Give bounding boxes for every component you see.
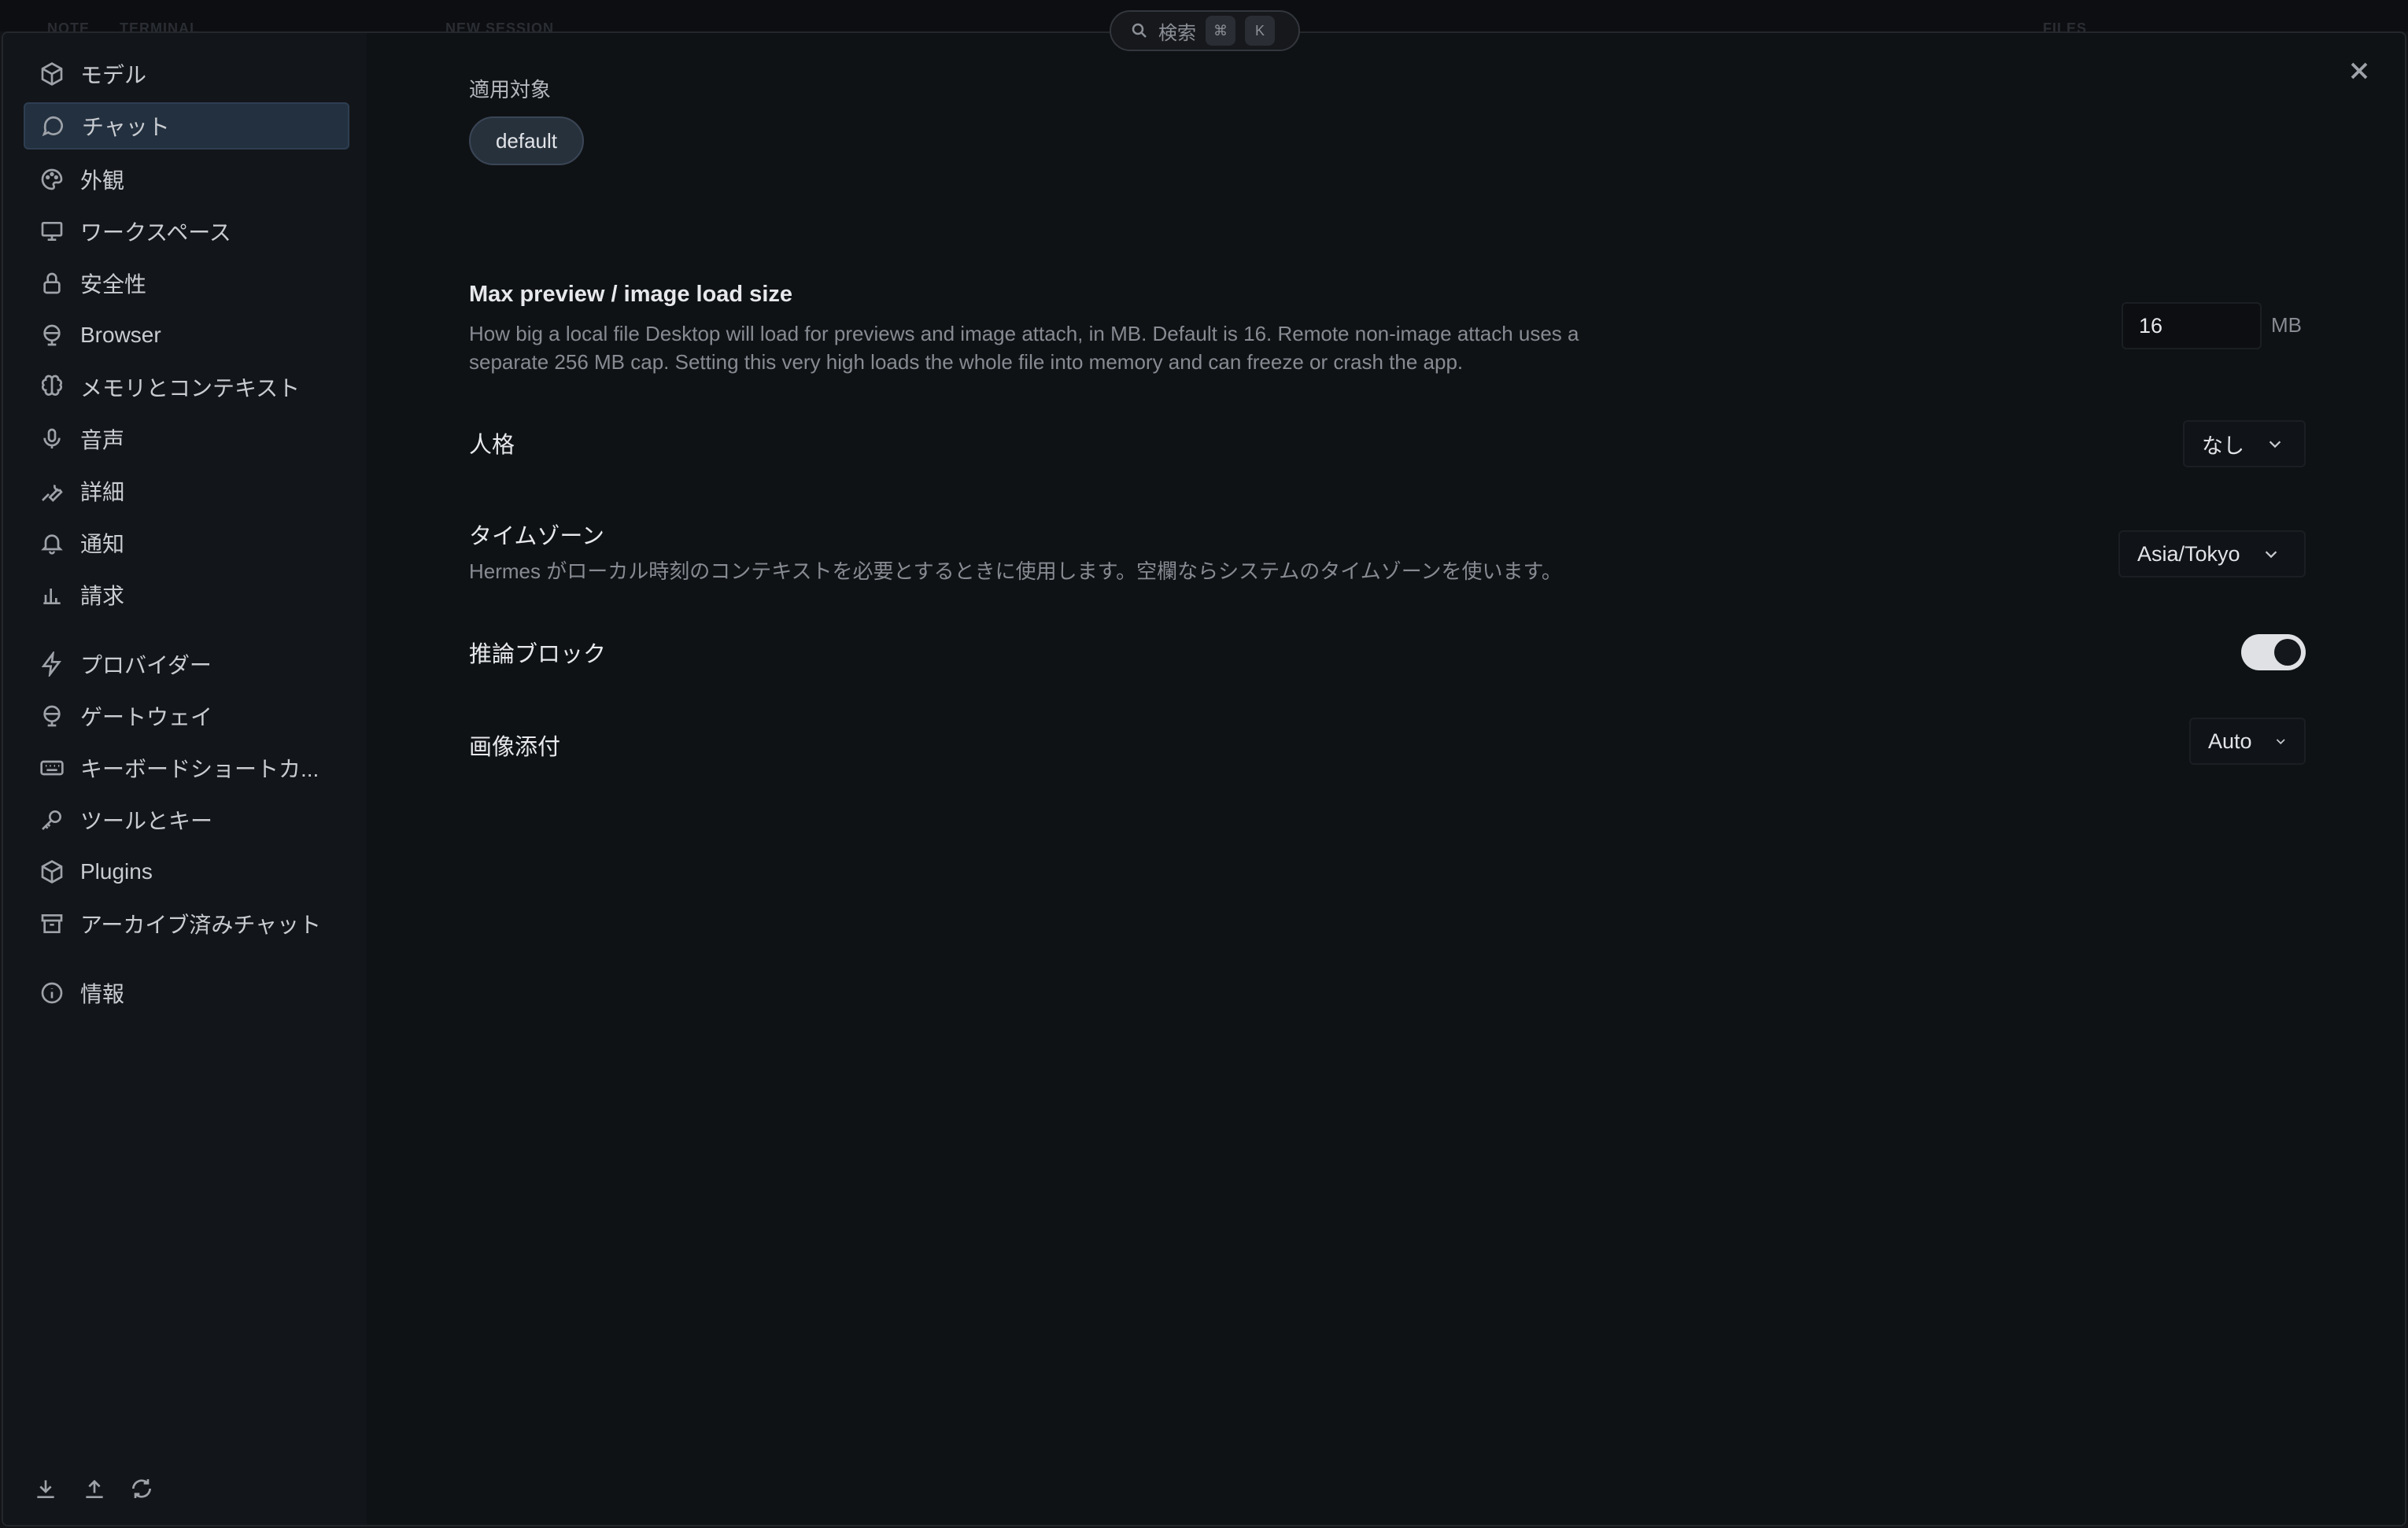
sidebar-item-label: プロバイダー	[80, 653, 212, 677]
personality-title: 人格	[469, 433, 515, 458]
scope-label: 適用対象	[469, 78, 552, 101]
sidebar-item-label: 情報	[80, 982, 125, 1006]
scope-chip-default[interactable]: default	[469, 116, 584, 165]
bar-chart-icon	[39, 582, 65, 607]
sidebar-item-label: キーボードショートカ...	[80, 757, 319, 781]
microphone-icon	[39, 426, 65, 452]
toggle-knob	[2274, 639, 2301, 666]
brain-icon	[39, 375, 65, 400]
info-icon	[39, 980, 65, 1006]
sidebar-item-label: 通知	[80, 532, 125, 556]
search-icon	[1132, 23, 1147, 38]
wrench-icon	[39, 478, 65, 504]
max-preview-title: Max preview / image load size	[469, 282, 792, 307]
sidebar-item-security[interactable]: 安全性	[24, 260, 349, 307]
reasoning-block-title: 推論ブロック	[469, 642, 607, 667]
chevron-down-icon	[2276, 739, 2285, 744]
download-icon[interactable]	[33, 1476, 58, 1501]
sidebar-item-label: 音声	[80, 428, 125, 452]
reasoning-block-toggle[interactable]	[2241, 634, 2306, 670]
archive-icon	[39, 911, 65, 936]
sidebar-item-chat[interactable]: チャット	[24, 102, 349, 149]
cube-icon	[39, 61, 65, 87]
globe-icon	[39, 703, 65, 729]
sidebar-item-label: 詳細	[80, 480, 125, 504]
sidebar-item-label: 請求	[80, 584, 125, 608]
sidebar-item-browser[interactable]: Browser	[24, 312, 349, 359]
sidebar-item-plugins[interactable]: Plugins	[24, 848, 349, 895]
sidebar-item-archived-chats[interactable]: アーカイブ済みチャット	[24, 900, 349, 947]
image-attach-select[interactable]: Auto	[2189, 718, 2306, 765]
shortcut-key-cmd: ⌘	[1206, 16, 1235, 46]
sidebar-item-label: ワークスペース	[80, 220, 231, 245]
sidebar-item-memory[interactable]: メモリとコンテキスト	[24, 364, 349, 411]
keyboard-icon	[39, 755, 65, 781]
sidebar-item-providers[interactable]: プロバイダー	[24, 640, 349, 688]
chat-bubble-icon	[41, 113, 66, 138]
image-attach-value: Auto	[2208, 729, 2252, 753]
sidebar-item-label: 外観	[80, 168, 125, 193]
max-preview-desc-line2: separate 256 MB cap. Setting this very h…	[469, 350, 1464, 374]
palette-icon	[39, 167, 65, 192]
key-icon	[39, 807, 65, 832]
timezone-value: Asia/Tokyo	[2137, 541, 2240, 566]
timezone-title: タイムゾーン	[469, 524, 604, 549]
sidebar-item-billing[interactable]: 請求	[24, 571, 349, 618]
upload-icon[interactable]	[82, 1476, 107, 1501]
lightning-icon	[39, 649, 65, 679]
sidebar-item-appearance[interactable]: 外観	[24, 156, 349, 203]
personality-select[interactable]: なし	[2183, 420, 2306, 467]
personality-value: なし	[2202, 434, 2244, 458]
shortcut-key-k: K	[1245, 16, 1275, 46]
sidebar-item-label: アーカイブ済みチャット	[80, 913, 322, 937]
settings-modal: モデル チャット 外観 ワークスペース 安全性 Browser メモリとコンテキ…	[2, 31, 2406, 1526]
sidebar-item-workspace[interactable]: ワークスペース	[24, 208, 349, 255]
settings-content: 適用対象 default Max preview / image load si…	[367, 33, 2405, 1525]
bell-icon	[39, 530, 65, 555]
max-preview-size-input[interactable]: 16	[2122, 302, 2262, 349]
lock-icon	[39, 271, 65, 296]
max-preview-desc-line1: How big a local file Desktop will load f…	[469, 322, 1579, 345]
timezone-desc: Hermes がローカル時刻のコンテキストを必要とするときに使用します。空欄なら…	[469, 559, 1562, 583]
sidebar-item-label: 安全性	[80, 272, 147, 297]
sidebar-item-label: チャット	[82, 115, 170, 139]
timezone-select[interactable]: Asia/Tokyo	[2118, 530, 2306, 578]
sidebar-item-gateway[interactable]: ゲートウェイ	[24, 692, 349, 740]
sidebar-item-label: ツールとキー	[80, 809, 213, 833]
chevron-down-icon	[2269, 441, 2281, 448]
sidebar-item-keyboard-shortcuts[interactable]: キーボードショートカ...	[24, 744, 349, 792]
sidebar-item-about[interactable]: 情報	[24, 969, 349, 1017]
sidebar-item-label: モデル	[80, 63, 147, 87]
sidebar-item-label: ゲートウェイ	[80, 705, 213, 729]
sidebar-item-label: Plugins	[80, 859, 153, 884]
max-preview-unit: MB	[2271, 313, 2302, 337]
globe-icon	[39, 323, 65, 348]
sidebar-item-label: Browser	[80, 323, 161, 347]
sidebar-item-models[interactable]: モデル	[24, 50, 349, 98]
sidebar-item-tools-keys[interactable]: ツールとキー	[24, 796, 349, 843]
sidebar-item-voice[interactable]: 音声	[24, 415, 349, 463]
refresh-icon[interactable]	[129, 1476, 154, 1501]
search-label: 検索	[1158, 22, 1196, 44]
sidebar-item-advanced[interactable]: 詳細	[24, 467, 349, 515]
chevron-down-icon	[2265, 551, 2277, 559]
command-search-button[interactable]: 検索 ⌘ K	[1110, 10, 1300, 51]
settings-sidebar: モデル チャット 外観 ワークスペース 安全性 Browser メモリとコンテキ…	[3, 33, 367, 1525]
monitor-icon	[39, 219, 65, 244]
sidebar-item-label: メモリとコンテキスト	[80, 376, 301, 400]
image-attach-title: 画像添付	[469, 735, 561, 760]
sidebar-item-notifications[interactable]: 通知	[24, 519, 349, 567]
close-icon[interactable]	[2345, 57, 2373, 85]
package-icon	[39, 859, 65, 884]
